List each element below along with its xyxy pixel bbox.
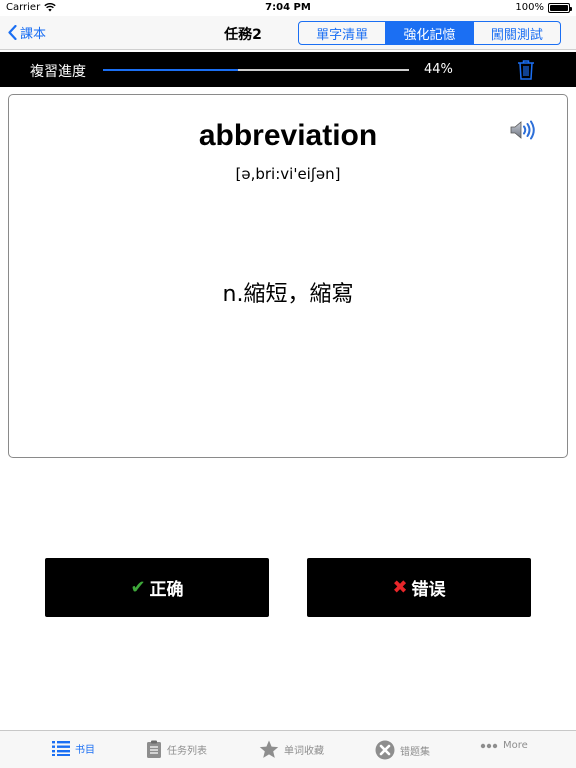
progress-percent: 44% (424, 62, 453, 77)
tab-label-book-list: 书目 (75, 744, 95, 756)
mode-segmented-control: 單字清單 強化記憶 闖關測試 (298, 21, 561, 45)
back-button[interactable]: 課本 (8, 23, 46, 42)
speaker-icon[interactable] (509, 119, 537, 145)
status-bar: Carrier 7:04 PM 100% (0, 0, 576, 16)
battery-percent: 100% (515, 2, 544, 13)
tab-task-list[interactable]: 任务列表 (146, 740, 207, 758)
phonetic-text: [ə,bri:vi'eiʃən] (235, 165, 341, 183)
word-text: abbreviation (198, 119, 378, 152)
back-button-label: 課本 (20, 27, 47, 42)
cross-icon: ✖ (392, 577, 408, 598)
page-title: 任務2 (224, 27, 262, 43)
clipboard-icon (147, 740, 161, 758)
nav-bar: 課本 任務2 單字清單 強化記憶 闖關測試 (0, 16, 576, 50)
status-right: 100% (515, 2, 572, 13)
list-icon (52, 741, 70, 756)
status-time: 7:04 PM (265, 2, 311, 13)
correct-button-label: 正确 (149, 580, 184, 600)
wrong-button-label: 错误 (411, 580, 446, 600)
tab-bar: 书目 任务列表 单词收藏 错题集 More (0, 730, 576, 768)
tab-more[interactable]: More (480, 740, 528, 751)
checkmark-icon: ✔ (130, 577, 146, 598)
tab-word-favorites[interactable]: 单词收藏 (259, 740, 324, 759)
tab-book-list[interactable]: 书目 (52, 740, 95, 756)
battery-icon (548, 2, 572, 13)
wrong-button[interactable]: ✖ 错误 (307, 558, 531, 617)
flashcard: abbreviation [ə,bri:vi'eiʃən] n.縮短，縮寫 (8, 94, 568, 458)
star-icon (259, 740, 279, 758)
tab-label-word-favorites: 单词收藏 (284, 746, 324, 757)
tab-error-collection[interactable]: 错题集 (375, 740, 430, 760)
more-icon (480, 743, 498, 748)
trash-icon[interactable] (517, 59, 535, 84)
progress-track (103, 69, 409, 71)
tab-label-error-collection: 错题集 (400, 746, 430, 758)
progress-fill (103, 69, 238, 71)
segment-level-test[interactable]: 闖關測試 (474, 22, 560, 44)
tab-label-task-list: 任务列表 (167, 745, 207, 757)
review-progress-bar: 複習進度 44% (0, 52, 576, 87)
tab-label-more: More (503, 740, 528, 751)
segment-word-list[interactable]: 單字清單 (299, 22, 387, 44)
meaning-text: n.縮短，縮寫 (222, 282, 354, 307)
segment-reinforce-memory[interactable]: 強化記憶 (386, 22, 474, 44)
chevron-left-icon (8, 25, 17, 40)
x-circle-icon (375, 740, 395, 760)
progress-label: 複習進度 (30, 64, 86, 80)
correct-button[interactable]: ✔ 正确 (45, 558, 269, 617)
